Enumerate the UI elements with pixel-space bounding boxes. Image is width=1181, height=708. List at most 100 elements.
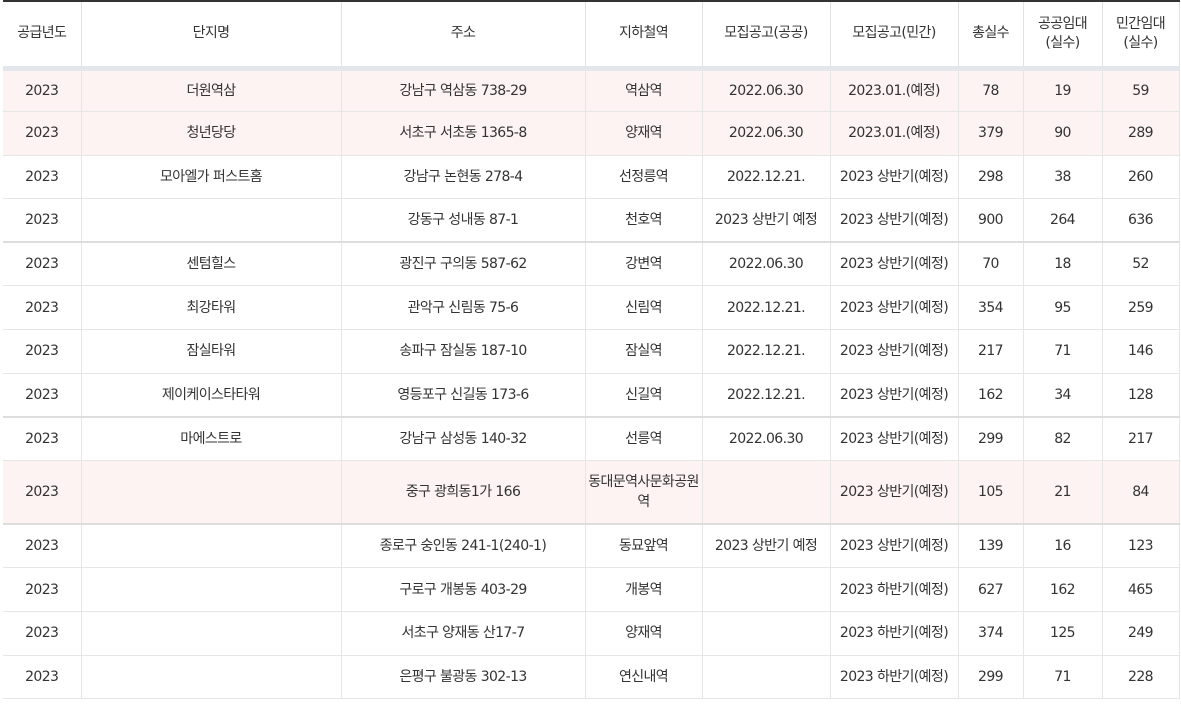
cell-total-units: 374 [958, 611, 1024, 656]
cell-private-rental-units: 146 [1102, 329, 1180, 374]
cell-private-rental-units: 636 [1102, 198, 1180, 243]
cell-private-rental-units: 52 [1102, 241, 1180, 287]
cell-total-units: 379 [958, 111, 1024, 156]
cell-complex-name [81, 611, 342, 656]
cell-private-rental-units: 123 [1102, 523, 1180, 569]
cell-public-rental-units: 34 [1023, 373, 1103, 418]
housing-supply-table: 공급년도 단지명 주소 지하철역 모집공고(공공) 모집공고(민간) 총실수 공공임대 (실수)… [3, 0, 1180, 700]
cell-address: 광진구 구의동 587-62 [341, 241, 586, 287]
cell-supply-year: 2023 [3, 329, 82, 374]
table-row: 2023 강동구 성내동 87-1 천호역 2023 상반기 예정 2023 상반기(예… [3, 198, 1180, 243]
cell-supply-year: 2023 [3, 523, 82, 569]
cell-private-rental-units: 84 [1102, 460, 1180, 525]
cell-public-notice: 2022.06.30 [702, 415, 831, 461]
cell-subway-station: 강변역 [585, 241, 703, 287]
cell-complex-name: 마에스트로 [81, 415, 342, 461]
cell-address: 서초구 서초동 1365-8 [341, 111, 586, 156]
cell-total-units: 299 [958, 415, 1024, 461]
cell-private-notice: 2023 상반기(예정) [830, 373, 959, 418]
cell-total-units: 900 [958, 198, 1024, 243]
cell-private-notice: 2023 상반기(예정) [830, 523, 959, 569]
cell-complex-name [81, 460, 342, 525]
table-row: 2023 더원역삼 강남구 역삼동 738-29 역삼역 2022.06.30 2023.… [3, 68, 1180, 113]
cell-public-notice: 2022.12.21. [702, 373, 831, 418]
cell-public-notice: 2022.12.21. [702, 285, 831, 331]
cell-address: 강남구 삼성동 140-32 [341, 415, 586, 461]
column-header-public-rental-units: 공공임대 (실수) [1023, 0, 1103, 71]
cell-complex-name [81, 655, 342, 700]
column-header-private-notice: 모집공고(민간) [830, 0, 959, 71]
housing-supply-table-container: 공급년도 단지명 주소 지하철역 모집공고(공공) 모집공고(민간) 총실수 공공임대 (실수)… [0, 0, 1181, 708]
cell-total-units: 139 [958, 523, 1024, 569]
cell-subway-station: 신길역 [585, 373, 703, 418]
cell-supply-year: 2023 [3, 285, 82, 331]
cell-private-notice: 2023 상반기(예정) [830, 155, 959, 200]
cell-public-notice: 2023 상반기 예정 [702, 523, 831, 569]
cell-subway-station: 역삼역 [585, 68, 703, 113]
cell-private-notice: 2023 상반기(예정) [830, 460, 959, 525]
cell-supply-year: 2023 [3, 460, 82, 525]
cell-public-rental-units: 264 [1023, 198, 1103, 243]
column-header-total-units: 총실수 [958, 0, 1024, 71]
column-header-public-notice: 모집공고(공공) [702, 0, 831, 71]
cell-supply-year: 2023 [3, 415, 82, 461]
column-header-private-rental-units: 민간임대 (실수) [1102, 0, 1180, 71]
table-row: 2023 구로구 개봉동 403-29 개봉역 2023 하반기(예정) 627 162 4… [3, 567, 1180, 613]
cell-supply-year: 2023 [3, 111, 82, 156]
cell-subway-station: 양재역 [585, 611, 703, 656]
column-header-supply-year: 공급년도 [3, 0, 82, 71]
cell-private-rental-units: 289 [1102, 111, 1180, 156]
cell-subway-station: 연신내역 [585, 655, 703, 700]
cell-public-notice: 2022.06.30 [702, 68, 831, 113]
cell-total-units: 217 [958, 329, 1024, 374]
cell-private-rental-units: 59 [1102, 68, 1180, 113]
table-row: 2023 종로구 숭인동 241-1(240-1) 동묘앞역 2023 상반기 예정 2… [3, 523, 1180, 569]
cell-complex-name: 더원역삼 [81, 68, 342, 113]
cell-public-notice: 2022.12.21. [702, 329, 831, 374]
cell-public-rental-units: 16 [1023, 523, 1103, 569]
cell-subway-station: 선정릉역 [585, 155, 703, 200]
cell-address: 종로구 숭인동 241-1(240-1) [341, 523, 586, 569]
cell-address: 은평구 불광동 302-13 [341, 655, 586, 700]
cell-private-rental-units: 228 [1102, 655, 1180, 700]
cell-supply-year: 2023 [3, 198, 82, 243]
cell-public-rental-units: 162 [1023, 567, 1103, 613]
cell-public-notice: 2022.12.21. [702, 155, 831, 200]
column-header-address: 주소 [341, 0, 586, 71]
cell-address: 관악구 신림동 75-6 [341, 285, 586, 331]
cell-address: 강동구 성내동 87-1 [341, 198, 586, 243]
cell-address: 구로구 개봉동 403-29 [341, 567, 586, 613]
cell-private-notice: 2023 상반기(예정) [830, 285, 959, 331]
cell-complex-name [81, 523, 342, 569]
cell-complex-name: 잠실타워 [81, 329, 342, 374]
table-row: 2023 서초구 양재동 산17-7 양재역 2023 하반기(예정) 374 125 24… [3, 611, 1180, 656]
cell-complex-name: 센텀힐스 [81, 241, 342, 287]
cell-address: 중구 광희동1가 166 [341, 460, 586, 525]
cell-subway-station: 동묘앞역 [585, 523, 703, 569]
cell-complex-name [81, 567, 342, 613]
table-row: 2023 최강타워 관악구 신림동 75-6 신림역 2022.12.21. 2023 상… [3, 285, 1180, 331]
cell-subway-station: 동대문역사문화공원역 [585, 460, 703, 525]
table-row: 2023 잠실타워 송파구 잠실동 187-10 잠실역 2022.12.21. 2023… [3, 329, 1180, 374]
cell-supply-year: 2023 [3, 241, 82, 287]
cell-private-rental-units: 249 [1102, 611, 1180, 656]
table-row: 2023 모아엘가 퍼스트홈 강남구 논현동 278-4 선정릉역 2022.12.21… [3, 155, 1180, 200]
cell-complex-name: 모아엘가 퍼스트홈 [81, 155, 342, 200]
cell-private-rental-units: 217 [1102, 415, 1180, 461]
cell-supply-year: 2023 [3, 68, 82, 113]
cell-public-notice [702, 460, 831, 525]
cell-public-rental-units: 71 [1023, 329, 1103, 374]
cell-subway-station: 선릉역 [585, 415, 703, 461]
table-row: 2023 중구 광희동1가 166 동대문역사문화공원역 2023 상반기(예정) 10… [3, 460, 1180, 525]
cell-address: 영등포구 신길동 173-6 [341, 373, 586, 418]
cell-total-units: 299 [958, 655, 1024, 700]
table-row: 2023 센텀힐스 광진구 구의동 587-62 강변역 2022.06.30 2023 … [3, 241, 1180, 287]
table-row: 2023 은평구 불광동 302-13 연신내역 2023 하반기(예정) 299 71 2… [3, 655, 1180, 700]
cell-public-rental-units: 71 [1023, 655, 1103, 700]
cell-public-notice [702, 655, 831, 700]
cell-complex-name: 청년당당 [81, 111, 342, 156]
cell-total-units: 162 [958, 373, 1024, 418]
cell-private-notice: 2023 상반기(예정) [830, 241, 959, 287]
cell-total-units: 298 [958, 155, 1024, 200]
header-row: 공급년도 단지명 주소 지하철역 모집공고(공공) 모집공고(민간) 총실수 공공임대 (실수)… [3, 0, 1180, 71]
